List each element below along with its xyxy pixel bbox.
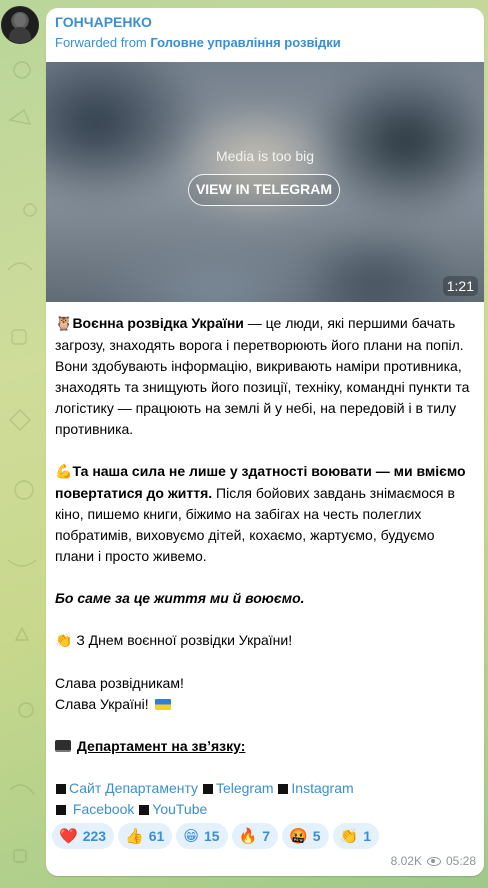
black-square-icon <box>56 805 66 815</box>
video-duration: 1:21 <box>442 276 478 296</box>
links-line-2: Facebook YouTube <box>55 799 475 820</box>
contacts-heading: Департамент на звʼязку: <box>55 736 475 757</box>
telegram-link[interactable]: Telegram <box>216 780 274 796</box>
message-meta: 8.02K 05:28 <box>391 854 476 868</box>
youtube-link[interactable]: YouTube <box>152 801 207 817</box>
avatar-body-shape <box>9 27 31 43</box>
glory-line-1: Слава розвідникам! <box>55 675 184 691</box>
media-notice: Media is too big <box>215 148 315 164</box>
black-square-icon <box>56 784 66 794</box>
reactions-bar: ❤️ 223 👍 61 😁 15 🔥 7 🤬 5 👏 1 <box>52 823 379 849</box>
paragraph-2: 💪Та наша сила не лише у здатності воюват… <box>55 461 475 567</box>
reaction-count: 7 <box>262 828 271 844</box>
fire-icon: 🔥 <box>238 827 258 845</box>
forwarded-from: Forwarded from Головне управління розвід… <box>55 35 341 50</box>
video-preview[interactable]: Media is too big VIEW IN TELEGRAM 1:21 <box>46 62 484 302</box>
message-text: 🦉Воєнна розвідка України — це люди, які … <box>55 313 475 820</box>
black-square-icon <box>139 805 150 815</box>
p4-text: З Днем воєнної розвідки України! <box>76 632 293 648</box>
facebook-link[interactable]: Facebook <box>73 801 134 817</box>
reaction-grin[interactable]: 😁 15 <box>176 823 228 849</box>
instagram-link[interactable]: Instagram <box>291 780 353 796</box>
clap-emoji-icon: 👏 <box>55 633 73 649</box>
avatar-head-shape <box>14 13 26 27</box>
reaction-count: 15 <box>203 828 220 844</box>
grin-icon: 😁 <box>183 827 199 845</box>
contacts-heading-text: Департамент на звʼязку: <box>76 738 246 754</box>
laptop-icon <box>55 740 71 752</box>
reaction-count: 223 <box>82 828 107 844</box>
message-time: 05:28 <box>445 854 476 868</box>
paragraph-1: 🦉Воєнна розвідка України — це люди, які … <box>55 313 475 440</box>
black-square-icon <box>202 784 213 794</box>
view-count: 8.02K <box>390 854 422 868</box>
reaction-count: 1 <box>363 828 371 844</box>
reaction-count: 61 <box>148 828 165 844</box>
angry-face-icon: 🤬 <box>289 827 308 845</box>
glory-line-2: Слава Україні! <box>55 694 475 715</box>
eye-icon <box>426 856 441 866</box>
message-bubble: ГОНЧАРЕНКО Forwarded from Головне управл… <box>46 8 484 876</box>
reaction-angry[interactable]: 🤬 5 <box>282 823 329 849</box>
channel-avatar[interactable] <box>1 6 39 44</box>
p1-bold: Воєнна розвідка України <box>72 315 244 331</box>
paragraph-3-italic: Бо саме за це життя ми й воюємо. <box>55 590 305 606</box>
heart-icon: ❤️ <box>59 827 78 845</box>
glory-line-2-text: Слава Україні! <box>55 696 149 712</box>
links-line-1: Сайт Департаменту Telegram Instagram <box>55 778 475 799</box>
reaction-thumbs-up[interactable]: 👍 61 <box>118 823 173 849</box>
forwarded-source-link[interactable]: Головне управління розвідки <box>150 35 340 50</box>
sender-name[interactable]: ГОНЧАРЕНКО <box>55 14 152 30</box>
owl-emoji-icon: 🦉 <box>55 316 73 332</box>
thumbs-up-icon: 👍 <box>125 827 144 845</box>
reaction-heart[interactable]: ❤️ 223 <box>52 823 115 849</box>
black-square-icon <box>278 784 289 794</box>
site-link[interactable]: Сайт Департаменту <box>69 780 198 796</box>
ukraine-flag-icon <box>154 699 171 710</box>
forwarded-prefix: Forwarded from <box>55 35 147 50</box>
paragraph-4: 👏 З Днем воєнної розвідки України! <box>55 630 475 652</box>
view-in-telegram-button[interactable]: VIEW IN TELEGRAM <box>188 174 340 206</box>
reaction-clap[interactable]: 👏 1 <box>332 823 379 849</box>
reaction-count: 5 <box>312 828 321 844</box>
clap-icon: 👏 <box>339 827 359 845</box>
muscle-emoji-icon: 💪 <box>55 464 73 480</box>
p1-text: — це люди, які першими бачать загрозу, з… <box>55 315 470 437</box>
reaction-fire[interactable]: 🔥 7 <box>231 823 279 849</box>
